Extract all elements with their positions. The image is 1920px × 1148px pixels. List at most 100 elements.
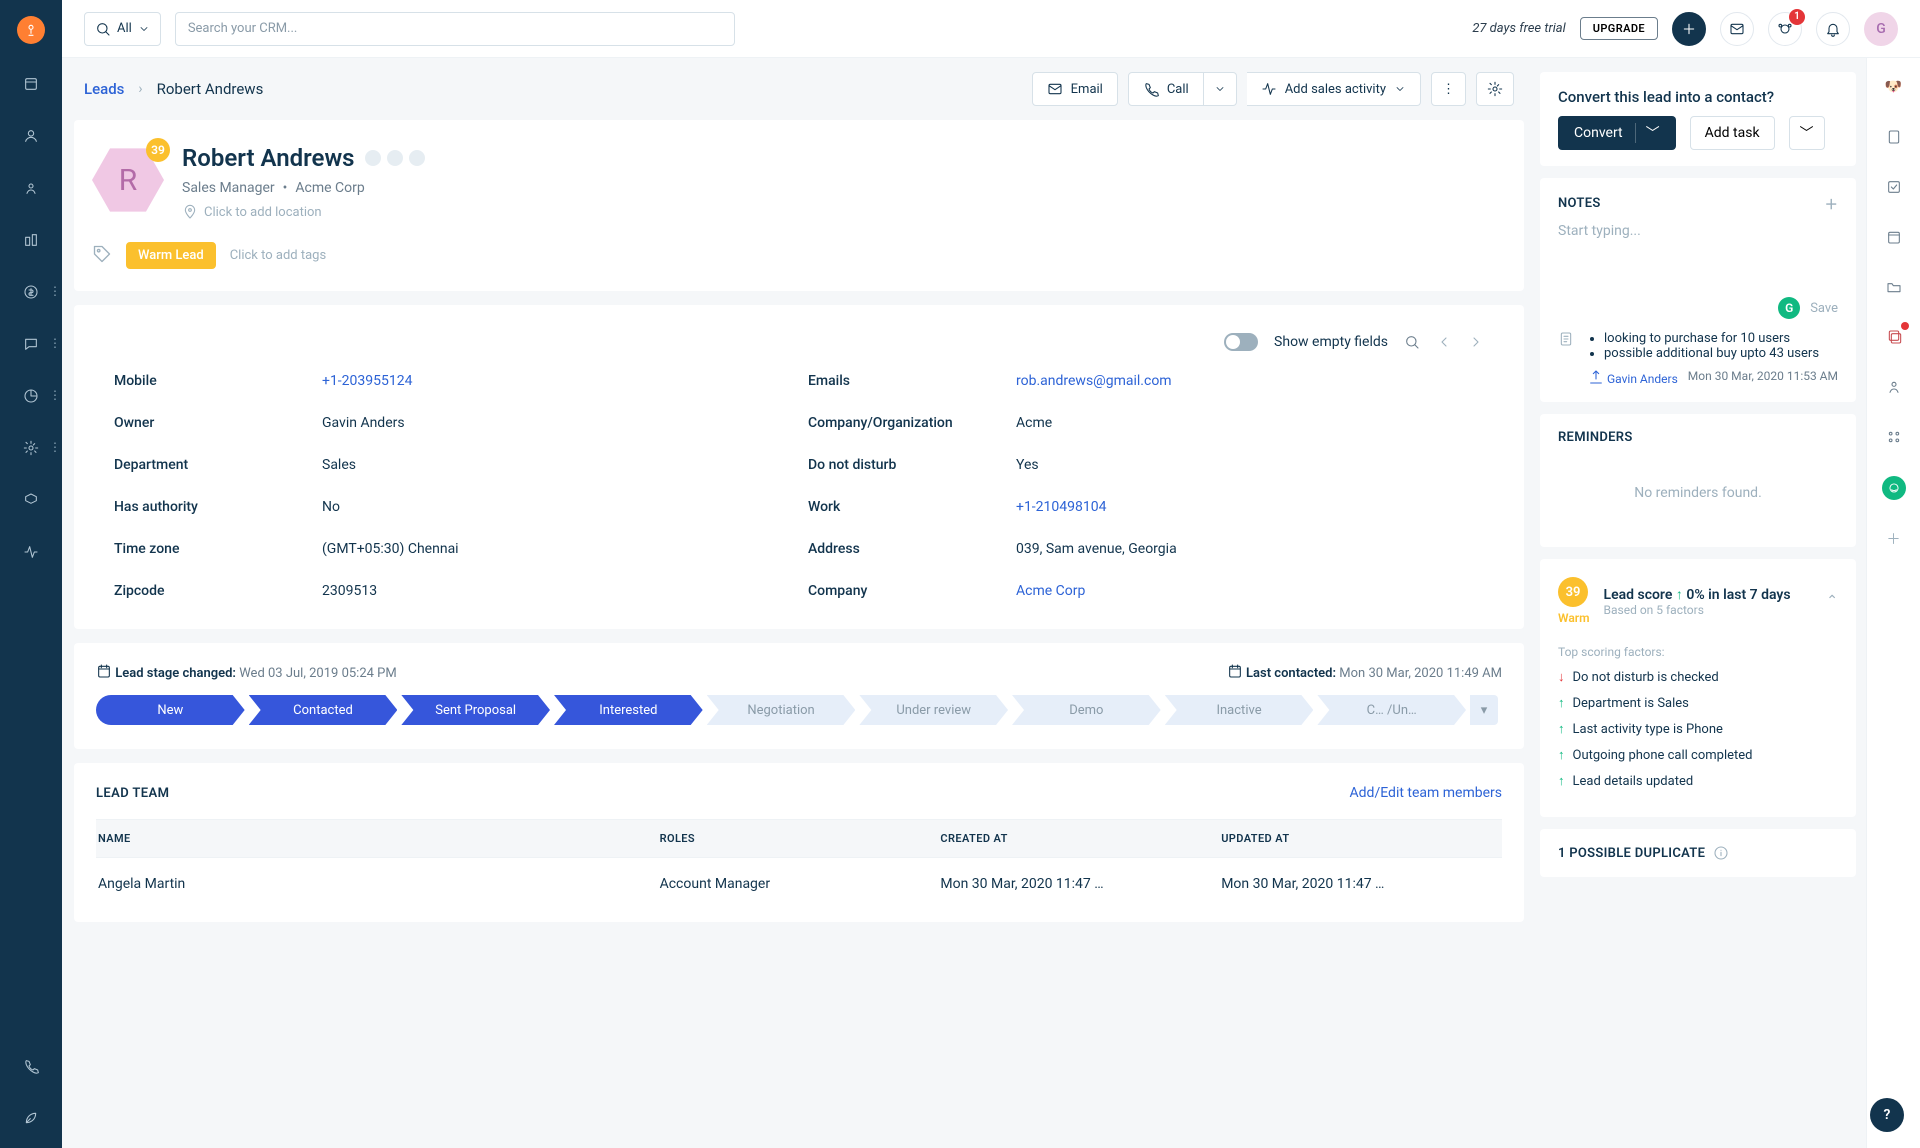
upload-icon: [1588, 369, 1604, 385]
app-logo[interactable]: [17, 16, 45, 44]
score-factor: ↑Lead details updated: [1558, 773, 1838, 789]
email-button[interactable]: Email: [1032, 72, 1118, 106]
field-value[interactable]: +1-210498104: [1016, 499, 1484, 515]
field-label: Mobile: [114, 373, 304, 389]
field-value: 2309513: [322, 583, 790, 599]
appointments-rail-icon[interactable]: [1883, 226, 1905, 248]
field-value[interactable]: Acme Corp: [1016, 583, 1484, 599]
search-filter-dropdown[interactable]: All: [84, 12, 161, 46]
filter-label: All: [117, 21, 132, 36]
stage-under-review[interactable]: Under review: [859, 695, 1008, 725]
nav-leaf-icon[interactable]: [19, 1106, 43, 1130]
notif-badge: 1: [1789, 9, 1805, 25]
social-facebook-icon[interactable]: [365, 150, 381, 166]
field-value[interactable]: rob.andrews@gmail.com: [1016, 373, 1484, 389]
show-empty-toggle[interactable]: [1224, 333, 1258, 351]
stage-sent-proposal[interactable]: Sent Proposal: [401, 695, 550, 725]
next-lead-icon[interactable]: [1468, 334, 1484, 350]
field-label: Company/Organization: [808, 415, 998, 431]
score-warm: Warm: [1558, 611, 1590, 625]
add-note-icon[interactable]: ＋: [1825, 194, 1838, 213]
social-linkedin-icon[interactable]: [409, 150, 425, 166]
stage-interested[interactable]: Interested: [554, 695, 703, 725]
convert-prompt: Convert this lead into a contact?: [1558, 88, 1838, 106]
lead-score-panel: 39 Warm Lead score ↑ 0% in last 7 days B…: [1540, 559, 1856, 817]
deals-rail-icon[interactable]: [1883, 326, 1905, 348]
prev-lead-icon[interactable]: [1436, 334, 1452, 350]
team-row[interactable]: Angela MartinAccount ManagerMon 30 Mar, …: [96, 858, 1502, 892]
right-panels: Convert this lead into a contact? Conver…: [1536, 58, 1866, 1148]
freddy-insights-icon[interactable]: 🐶: [1883, 76, 1905, 98]
lead-name: Robert Andrews: [182, 144, 355, 172]
quick-add-button[interactable]: [1672, 12, 1706, 46]
nav-conversations-icon[interactable]: ⋮: [19, 332, 43, 356]
stage-contacted[interactable]: Contacted: [249, 695, 398, 725]
stage-negotiation[interactable]: Negotiation: [707, 695, 856, 725]
add-location-link[interactable]: Click to add location: [182, 204, 425, 220]
user-avatar[interactable]: G: [1864, 12, 1898, 46]
add-tags-link[interactable]: Click to add tags: [230, 248, 326, 263]
call-button[interactable]: Call: [1128, 72, 1204, 106]
score-factor: ↑Outgoing phone call completed: [1558, 747, 1838, 763]
note-input[interactable]: [1558, 223, 1838, 293]
files-rail-icon[interactable]: [1883, 276, 1905, 298]
stage-new[interactable]: New: [96, 695, 245, 725]
stage-c-un-[interactable]: C… /Un…: [1317, 695, 1466, 725]
mail-button[interactable]: [1720, 12, 1754, 46]
lead-team-title: LEAD TEAM: [96, 786, 169, 801]
add-task-dropdown[interactable]: ﹀: [1789, 116, 1825, 150]
more-actions-button[interactable]: ⋮: [1431, 72, 1466, 106]
nav-accounts-icon[interactable]: [19, 228, 43, 252]
chevron-down-icon: [1214, 83, 1226, 95]
add-activity-button[interactable]: Add sales activity: [1247, 72, 1421, 106]
nav-leads-icon[interactable]: [19, 124, 43, 148]
more-vertical-icon: ⋮: [1442, 82, 1455, 97]
field-value[interactable]: +1-203955124: [322, 373, 790, 389]
social-twitter-icon[interactable]: [387, 150, 403, 166]
add-widget-icon[interactable]: ＋: [1883, 528, 1905, 550]
contacts-rail-icon[interactable]: [1883, 376, 1905, 398]
stage-menu[interactable]: ▾: [1470, 695, 1498, 725]
integrations-rail-icon[interactable]: [1883, 426, 1905, 448]
edit-team-link[interactable]: Add/Edit team members: [1350, 785, 1502, 801]
nav-phone-icon[interactable]: [19, 1054, 43, 1078]
notifications-button[interactable]: [1816, 12, 1850, 46]
nav-apps-icon[interactable]: [19, 488, 43, 512]
add-task-button[interactable]: Add task: [1690, 116, 1775, 150]
calendar-icon: [1227, 663, 1243, 679]
mail-icon: [1047, 81, 1063, 97]
breadcrumb-root[interactable]: Leads: [84, 80, 124, 98]
field-label: Department: [114, 457, 304, 473]
nav-settings-icon[interactable]: ⋮: [19, 436, 43, 460]
team-table-header: NAMEROLESCREATED ATUPDATED AT: [96, 819, 1502, 858]
show-empty-label: Show empty fields: [1274, 334, 1388, 350]
chat-rail-icon[interactable]: [1882, 476, 1906, 500]
settings-button[interactable]: [1476, 72, 1514, 106]
nav-dashboard-icon[interactable]: [19, 72, 43, 96]
stage-inactive[interactable]: Inactive: [1165, 695, 1314, 725]
search-input[interactable]: [175, 12, 735, 46]
tag-chip[interactable]: Warm Lead: [126, 242, 216, 269]
nav-activity-icon[interactable]: [19, 540, 43, 564]
nav-deals-icon[interactable]: ⋮: [19, 280, 43, 304]
help-fab[interactable]: ?: [1870, 1098, 1904, 1132]
reminders-title: REMINDERS: [1558, 430, 1838, 445]
stage-demo[interactable]: Demo: [1012, 695, 1161, 725]
field-label: Emails: [808, 373, 998, 389]
reminders-panel: REMINDERS No reminders found.: [1540, 414, 1856, 547]
tasks-rail-icon[interactable]: [1883, 176, 1905, 198]
nav-contacts-icon[interactable]: [19, 176, 43, 200]
field-value: Yes: [1016, 457, 1484, 473]
call-button-dropdown[interactable]: [1204, 72, 1237, 106]
notes-rail-icon[interactable]: [1883, 126, 1905, 148]
search-details-icon[interactable]: [1404, 334, 1420, 350]
upgrade-button[interactable]: UPGRADE: [1580, 17, 1658, 40]
collapse-icon[interactable]: ⌃: [1826, 593, 1838, 609]
breadcrumb-bar: Leads › Robert Andrews Email Call Add sa…: [62, 58, 1536, 120]
phone-icon: [1143, 81, 1159, 97]
freddy-button[interactable]: 1: [1768, 12, 1802, 46]
convert-button[interactable]: Convert﹀: [1558, 116, 1676, 150]
save-note-button[interactable]: Save: [1810, 301, 1838, 316]
nav-reports-icon[interactable]: ⋮: [19, 384, 43, 408]
duplicate-panel[interactable]: 1 POSSIBLE DUPLICATE: [1540, 829, 1856, 877]
